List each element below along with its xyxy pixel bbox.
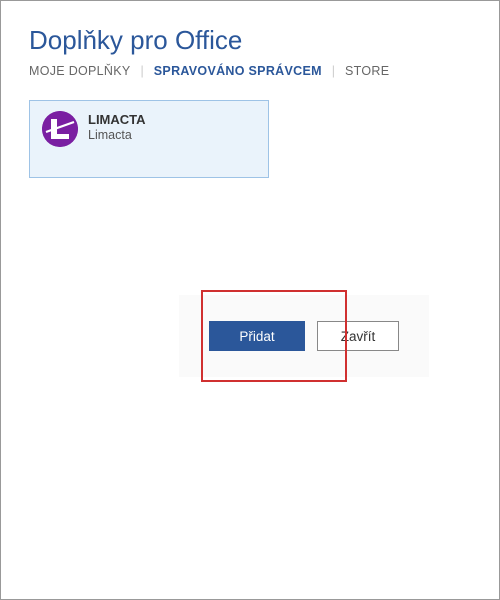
addin-name: LIMACTA: [88, 112, 146, 127]
limacta-logo-icon: [42, 111, 78, 147]
tab-admin-managed[interactable]: SPRAVOVÁNO SPRÁVCEM: [154, 64, 322, 78]
close-button[interactable]: Zavřít: [317, 321, 399, 351]
add-button[interactable]: Přidat: [209, 321, 305, 351]
tab-my-addins[interactable]: MOJE DOPLŇKY: [29, 64, 131, 78]
tab-separator: |: [141, 64, 144, 78]
addins-list: LIMACTA Limacta: [29, 100, 471, 178]
tab-store[interactable]: STORE: [345, 64, 389, 78]
tabs-bar: MOJE DOPLŇKY | SPRAVOVÁNO SPRÁVCEM | STO…: [29, 64, 471, 78]
addin-text: LIMACTA Limacta: [88, 111, 146, 142]
tab-separator: |: [332, 64, 335, 78]
addin-publisher: Limacta: [88, 128, 146, 142]
office-addins-dialog: Doplňky pro Office MOJE DOPLŇKY | SPRAVO…: [0, 0, 500, 600]
dialog-footer: Přidat Zavřít: [179, 295, 429, 377]
addin-card-limacta[interactable]: LIMACTA Limacta: [29, 100, 269, 178]
dialog-title: Doplňky pro Office: [29, 25, 471, 56]
